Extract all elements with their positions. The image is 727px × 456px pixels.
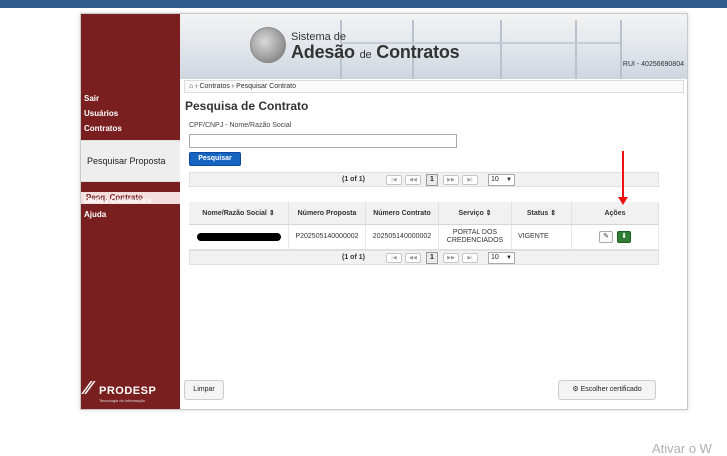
page-number[interactable]: 1 <box>426 174 438 186</box>
header-banner: Sistema de Adesão de Contratos RUI - 402… <box>180 14 687 79</box>
annotation-arrow-head <box>618 197 628 205</box>
table-row-cell-status: VIGENTE <box>512 225 572 250</box>
column-header-acoes: Ações <box>572 202 659 225</box>
home-icon[interactable]: ⌂ <box>189 83 193 90</box>
search-button[interactable]: Pesquisar <box>189 152 241 166</box>
breadcrumb-separator: › <box>231 83 235 90</box>
certificate-icon: ⚙ <box>572 386 579 393</box>
logo-word-de: de <box>359 49 372 61</box>
sidebar-item-usuarios[interactable]: Usuários <box>84 109 118 118</box>
sidebar: Sair Usuários Contratos Pesquisar Propos… <box>81 14 180 409</box>
prev-page-icon[interactable]: ◀◀ <box>405 175 421 185</box>
column-header-proposta[interactable]: Número Proposta <box>289 202 366 225</box>
first-page-icon[interactable]: |◀ <box>386 175 402 185</box>
table-row-cell-acoes: ✎ ⬇ <box>572 225 659 250</box>
logo-line2: Adesão de Contratos <box>291 42 460 63</box>
clear-button[interactable]: Limpar <box>184 380 224 400</box>
sidebar-item-contratos[interactable]: Contratos <box>84 124 122 133</box>
first-page-icon[interactable]: |◀ <box>386 253 402 263</box>
prev-page-icon[interactable]: ◀◀ <box>405 253 421 263</box>
paginator-label: (1 of 1) <box>342 176 365 183</box>
rows-per-page-select[interactable]: 10 ▼ <box>488 174 515 186</box>
globe-logo-icon <box>250 27 286 63</box>
next-page-icon[interactable]: ▶▶ <box>443 175 459 185</box>
page-title: Pesquisa de Contrato <box>185 99 309 113</box>
app-frame: Sair Usuários Contratos Pesquisar Propos… <box>80 13 688 410</box>
paginator-label: (1 of 1) <box>342 254 365 261</box>
prodesp-logo: ⁄⁄ PRODESP Tecnologia da Informação <box>85 376 175 406</box>
last-page-icon[interactable]: ▶| <box>462 175 478 185</box>
sidebar-item-ajuda[interactable]: Ajuda <box>84 210 106 219</box>
redacted-name <box>196 233 281 241</box>
choose-certificate-label: Escolher certificado <box>580 386 642 393</box>
download-icon[interactable]: ⬇ <box>617 231 631 243</box>
chevron-down-icon: ▼ <box>506 255 512 261</box>
prodesp-mark-icon: ⁄⁄ <box>85 378 92 398</box>
next-page-icon[interactable]: ▶▶ <box>443 253 459 263</box>
sidebar-item-dados-cadastrais[interactable]: Dados Cadastrais <box>84 196 152 205</box>
window-top-bar <box>0 0 727 8</box>
rows-per-page-select[interactable]: 10 ▼ <box>488 252 515 264</box>
search-field-label: CPF/CNPJ - Nome/Razão Social <box>189 122 292 129</box>
chevron-down-icon: ▼ <box>506 177 512 183</box>
breadcrumb-separator: › <box>195 83 198 90</box>
header-user: RUI - 40256690804 <box>622 61 684 68</box>
column-header-contrato[interactable]: Número Contrato <box>366 202 439 225</box>
sidebar-item-label: Pesquisar Proposta <box>87 156 166 166</box>
table-row-cell-proposta: P202505140000002 <box>289 225 366 250</box>
rows-per-page-value: 10 <box>491 254 499 261</box>
edit-icon[interactable]: ✎ <box>599 231 613 243</box>
column-header-nome[interactable]: Nome/Razão Social ⇕ <box>189 202 289 225</box>
search-input[interactable] <box>189 134 457 148</box>
logo-word-adesao: Adesão <box>291 42 355 62</box>
table-row-cell-servico: PORTAL DOS CREDENCIADOS <box>439 225 512 250</box>
paginator-bottom: (1 of 1) |◀ ◀◀ 1 ▶▶ ▶| 10 ▼ <box>189 250 659 265</box>
breadcrumb-item-pesquisar-contrato[interactable]: Pesquisar Contrato <box>236 83 296 90</box>
table-row-cell-nome <box>189 225 289 250</box>
choose-certificate-button[interactable]: ⚙ Escolher certificado <box>558 380 656 400</box>
page-number[interactable]: 1 <box>426 252 438 264</box>
rows-per-page-value: 10 <box>491 176 499 183</box>
breadcrumb-item-contratos[interactable]: Contratos <box>199 83 229 90</box>
column-header-status[interactable]: Status ⇕ <box>512 202 572 225</box>
last-page-icon[interactable]: ▶| <box>462 253 478 263</box>
table-row-cell-contrato: 202505140000002 <box>366 225 439 250</box>
breadcrumb: ⌂ › Contratos › Pesquisar Contrato <box>184 80 684 93</box>
annotation-arrow <box>622 151 624 199</box>
sidebar-item-sair[interactable]: Sair <box>84 94 99 103</box>
sidebar-item-pesquisar-proposta[interactable]: Pesquisar Proposta <box>81 140 180 182</box>
prodesp-logo-sub: Tecnologia da Informação <box>99 398 145 403</box>
windows-activation-watermark: Ativar o W <box>652 441 712 456</box>
logo-word-contratos: Contratos <box>376 42 460 62</box>
paginator-top: (1 of 1) |◀ ◀◀ 1 ▶▶ ▶| 10 ▼ <box>189 172 659 187</box>
column-header-servico[interactable]: Serviço ⇕ <box>439 202 512 225</box>
prodesp-logo-name: PRODESP <box>99 385 157 397</box>
